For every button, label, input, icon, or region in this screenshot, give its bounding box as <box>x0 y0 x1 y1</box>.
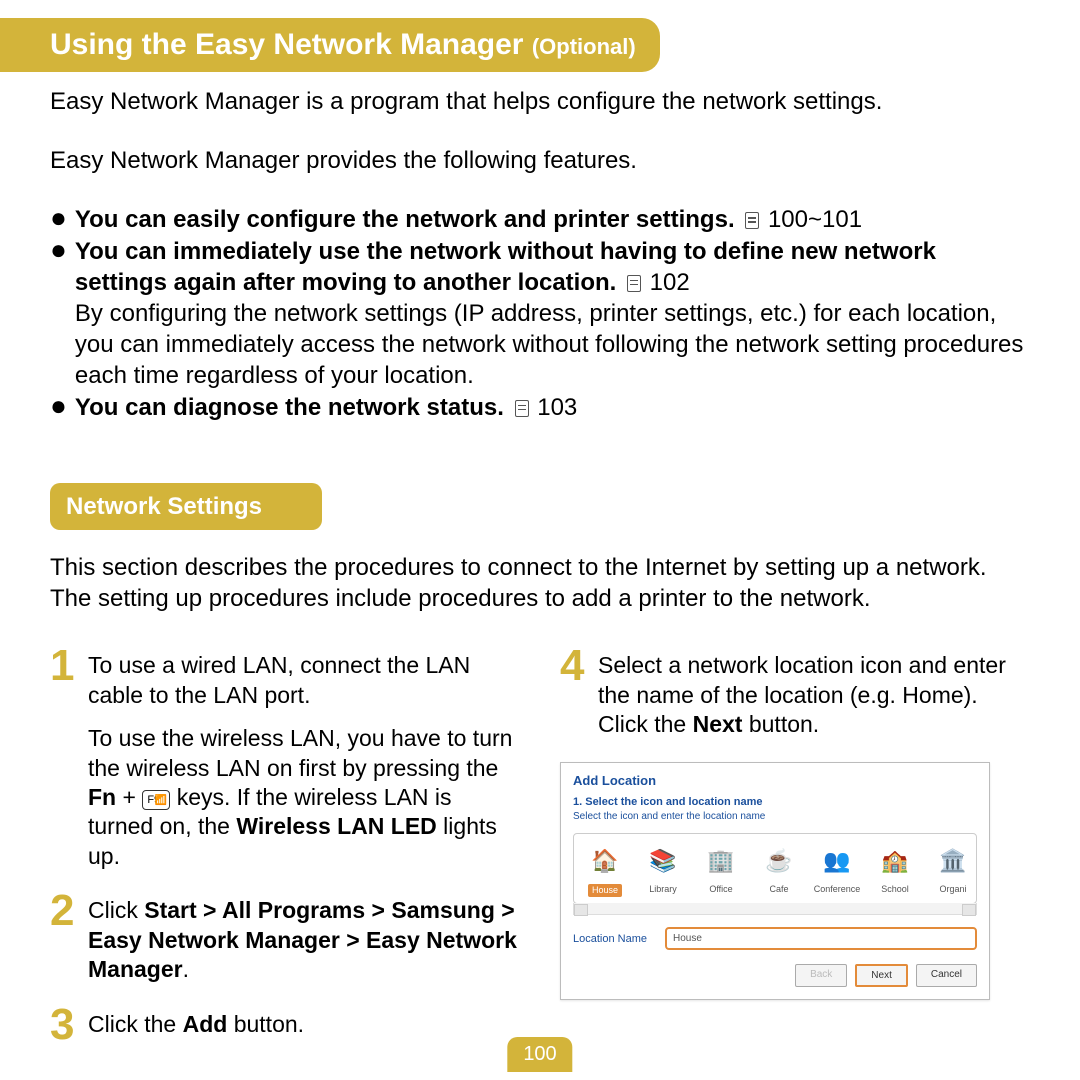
location-name-label: Location Name <box>573 932 647 946</box>
bullet-icon: ● <box>50 236 67 264</box>
location-conference[interactable]: 👥 Conference <box>812 844 862 898</box>
location-name-input[interactable]: House <box>665 927 977 950</box>
feature-1-bold: You can easily configure the network and… <box>75 206 735 233</box>
right-column: 4 Select a network location icon and ent… <box>560 648 1030 1064</box>
location-label: Office <box>709 884 732 896</box>
step-2-end: . <box>183 956 189 982</box>
location-office[interactable]: 🏢 Office <box>696 844 746 898</box>
feature-3-ref: 103 <box>531 394 578 421</box>
location-label: Cafe <box>769 884 788 896</box>
page-ref-icon <box>515 400 529 417</box>
feature-2-body: By configuring the network settings (IP … <box>75 300 1023 389</box>
library-icon: 📚 <box>645 844 681 880</box>
location-school[interactable]: 🏫 School <box>870 844 920 898</box>
feature-3-bold: You can diagnose the network status. <box>75 394 504 421</box>
next-button[interactable]: Next <box>855 964 908 987</box>
feature-1-ref: 100~101 <box>761 206 862 233</box>
f9-key-icon: F9 <box>142 790 170 810</box>
step-4-end: button. <box>742 711 819 737</box>
location-icon-row: 🏠 House 📚 Library 🏢 Office ☕ <box>573 833 977 905</box>
location-house[interactable]: 🏠 House <box>580 844 630 898</box>
step-2-pre: Click <box>88 897 144 923</box>
left-column: 1 To use a wired LAN, connect the LAN ca… <box>50 648 520 1064</box>
step-number: 1 <box>50 648 78 683</box>
step-number: 4 <box>560 648 588 683</box>
step-3-pre: Click the <box>88 1011 183 1037</box>
page-ref-icon <box>627 275 641 292</box>
step-4: 4 Select a network location icon and ent… <box>560 648 1030 739</box>
step-number: 2 <box>50 893 78 928</box>
office-icon: 🏢 <box>703 844 739 880</box>
step-number: 3 <box>50 1007 78 1042</box>
page-ref-icon <box>745 212 759 229</box>
feature-2-ref: 102 <box>643 269 690 296</box>
conference-icon: 👥 <box>819 844 855 880</box>
add-location-dialog: Add Location 1. Select the icon and loca… <box>560 762 990 1001</box>
house-icon: 🏠 <box>587 844 623 880</box>
page-title: Using the Easy Network Manager <box>50 28 523 61</box>
dialog-step-heading: 1. Select the icon and location name <box>573 795 977 809</box>
dialog-title: Add Location <box>573 773 977 790</box>
section-heading: Network Settings <box>50 483 322 530</box>
step-3-end: button. <box>227 1011 304 1037</box>
cancel-button[interactable]: Cancel <box>916 964 977 987</box>
location-label: Library <box>649 884 677 896</box>
location-library[interactable]: 📚 Library <box>638 844 688 898</box>
location-label: House <box>588 884 622 898</box>
organization-icon: 🏛️ <box>935 844 971 880</box>
location-label: Organi <box>939 884 966 896</box>
step-3-bold: Add <box>183 1011 228 1037</box>
step-1-plus: + <box>116 784 142 810</box>
intro-paragraph-2: Easy Network Manager provides the follow… <box>50 145 1030 176</box>
page-number: 100 <box>507 1037 572 1072</box>
step-1-fn: Fn <box>88 784 116 810</box>
location-organization[interactable]: 🏛️ Organi <box>928 844 977 898</box>
location-label: Conference <box>814 884 861 896</box>
page-title-bar: Using the Easy Network Manager (Optional… <box>0 18 660 72</box>
school-icon: 🏫 <box>877 844 913 880</box>
step-1-a: To use a wired LAN, connect the LAN cabl… <box>88 652 470 707</box>
step-1-b-pre: To use the wireless LAN, you have to tur… <box>88 725 512 780</box>
step-2: 2 Click Start > All Programs > Samsung >… <box>50 893 520 984</box>
step-2-bold: Start > All Programs > Samsung > Easy Ne… <box>88 897 517 982</box>
step-1-led: Wireless LAN LED <box>236 813 436 839</box>
cafe-icon: ☕ <box>761 844 797 880</box>
step-1: 1 To use a wired LAN, connect the LAN ca… <box>50 648 520 871</box>
bullet-icon: ● <box>50 204 67 232</box>
horizontal-scrollbar[interactable] <box>573 903 977 915</box>
intro-paragraph-1: Easy Network Manager is a program that h… <box>50 86 1030 117</box>
step-4-bold: Next <box>693 711 743 737</box>
feature-list: ● You can easily configure the network a… <box>50 204 1030 422</box>
section-intro: This section describes the procedures to… <box>50 552 1030 614</box>
feature-2-bold: You can immediately use the network with… <box>75 238 936 296</box>
page-title-optional: (Optional) <box>532 34 636 59</box>
step-3: 3 Click the Add button. <box>50 1007 520 1042</box>
dialog-subheading: Select the icon and enter the location n… <box>573 810 977 823</box>
location-cafe[interactable]: ☕ Cafe <box>754 844 804 898</box>
bullet-icon: ● <box>50 392 67 420</box>
location-label: School <box>881 884 909 896</box>
back-button[interactable]: Back <box>795 964 847 987</box>
